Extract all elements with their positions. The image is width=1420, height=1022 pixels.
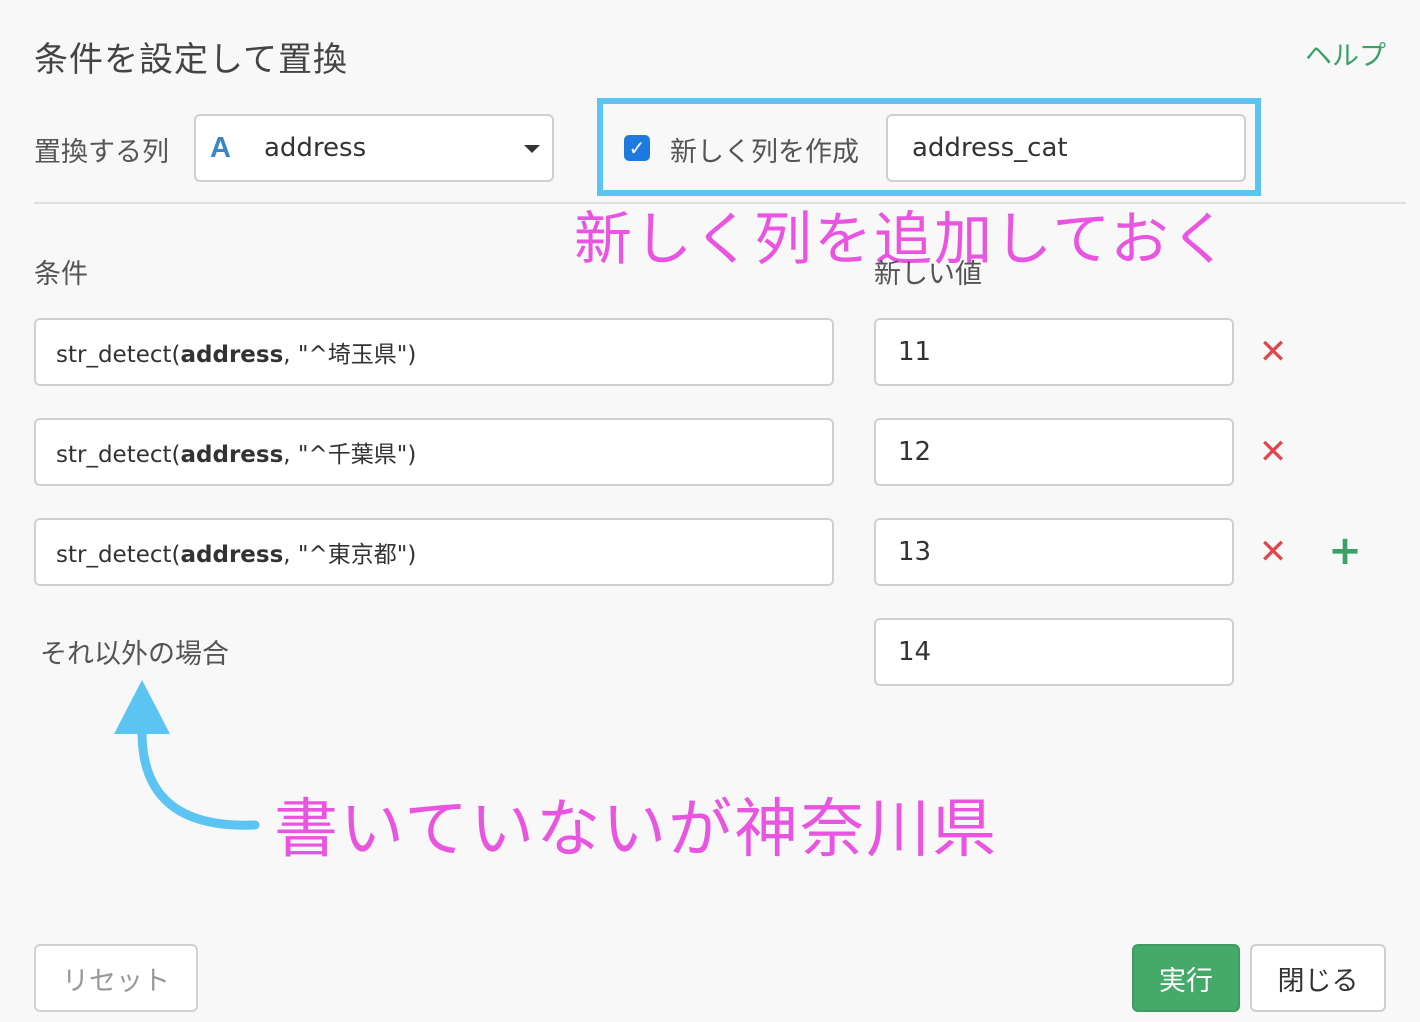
value-text: 11 (898, 337, 932, 367)
value-input-3[interactable]: 13 (874, 518, 1234, 586)
condition-header: 条件 (34, 259, 88, 290)
close-icon[interactable]: ✕ (1256, 532, 1290, 572)
target-column-select[interactable]: A address (194, 114, 554, 182)
condition-text: str_detect(address, "^東京都") (56, 542, 417, 568)
help-link[interactable]: ヘルプ (1305, 34, 1386, 73)
close-icon[interactable]: ✕ (1256, 432, 1290, 472)
new-column-label: 新しく列を作成 (670, 137, 859, 168)
value-input-2[interactable]: 12 (874, 418, 1234, 486)
new-column-name-value: address_cat (912, 133, 1068, 163)
otherwise-annotation: 書いていないが神奈川県 (274, 793, 999, 867)
otherwise-label: それ以外の場合 (40, 639, 229, 670)
new-column-checkbox[interactable]: ✓ (624, 135, 650, 161)
value-input-1[interactable]: 11 (874, 318, 1234, 386)
condition-input-3[interactable]: str_detect(address, "^東京都") (34, 518, 834, 586)
value-text: 13 (898, 537, 932, 567)
target-column-value: address (264, 133, 367, 163)
new-value-header: 新しい値 (874, 259, 982, 290)
value-text: 14 (898, 637, 932, 667)
new-column-name-input[interactable]: address_cat (886, 114, 1246, 182)
close-button[interactable]: 閉じる (1250, 944, 1386, 1012)
condition-input-2[interactable]: str_detect(address, "^千葉県") (34, 418, 834, 486)
checkmark-icon: ✓ (628, 136, 646, 160)
otherwise-value-input[interactable]: 14 (874, 618, 1234, 686)
condition-text: str_detect(address, "^埼玉県") (56, 342, 417, 368)
reset-button[interactable]: リセット (34, 944, 198, 1012)
value-text: 12 (898, 437, 932, 467)
close-icon[interactable]: ✕ (1256, 332, 1290, 372)
condition-text: str_detect(address, "^千葉県") (56, 442, 417, 468)
run-button[interactable]: 実行 (1132, 944, 1240, 1012)
character-type-icon: A (210, 131, 231, 164)
plus-icon[interactable]: + (1328, 528, 1362, 574)
condition-input-1[interactable]: str_detect(address, "^埼玉県") (34, 318, 834, 386)
arrow-annotation (114, 680, 260, 830)
dialog-title: 条件を設定して置換 (34, 40, 348, 80)
target-column-label: 置換する列 (34, 137, 169, 168)
caret-down-icon (524, 145, 540, 153)
